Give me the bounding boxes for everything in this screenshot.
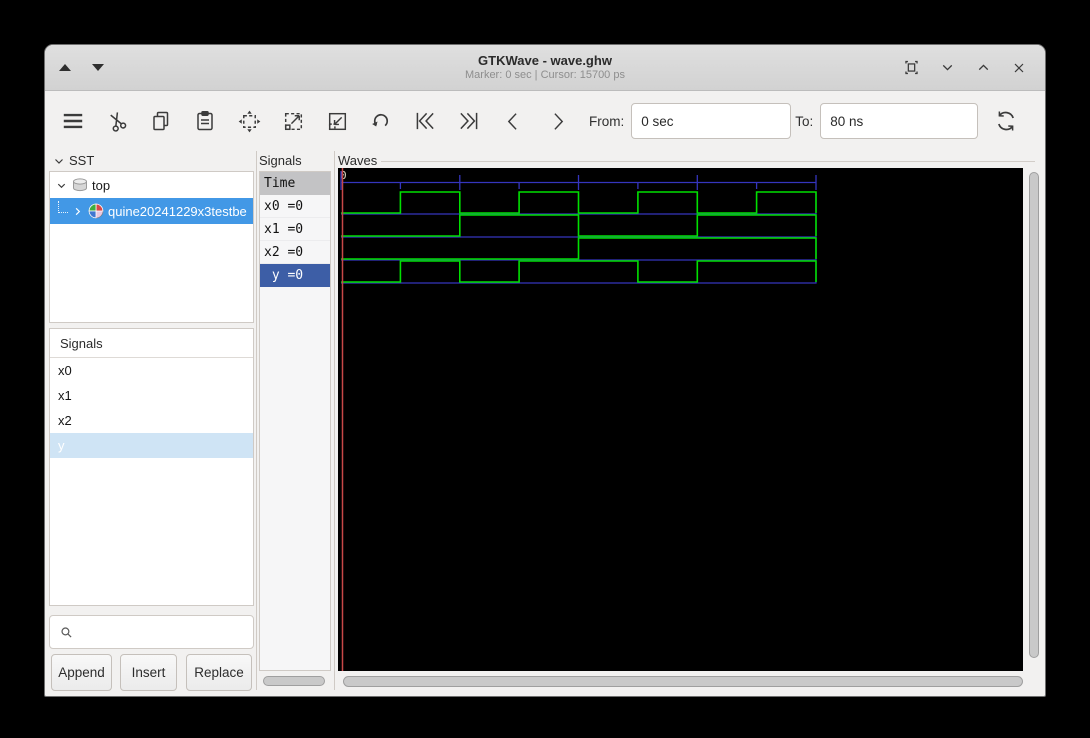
toolbar: From: To:: [45, 91, 1045, 151]
menu-icon[interactable]: [57, 105, 89, 137]
titlebar-right-controls: [899, 45, 1031, 90]
sst-tree: top quine20241229x3testbe: [49, 171, 254, 323]
list-item-x1[interactable]: x1: [50, 383, 253, 408]
signal-search-field[interactable]: [49, 615, 254, 649]
from-input[interactable]: [631, 103, 792, 139]
wave-name-row-x1[interactable]: x1 =0: [260, 218, 330, 241]
minimize-icon[interactable]: [935, 56, 959, 80]
titlebar-text: GTKWave - wave.ghw Marker: 0 sec | Curso…: [45, 53, 1045, 83]
titlebar: GTKWave - wave.ghw Marker: 0 sec | Curso…: [45, 45, 1045, 91]
list-item-x2[interactable]: x2: [50, 408, 253, 433]
time-header[interactable]: Time: [260, 172, 330, 195]
main-content: SST top quine20241229x3testbe Signals x0…: [45, 151, 1045, 696]
from-label: From:: [589, 113, 625, 129]
expander-open-icon[interactable]: [54, 180, 68, 191]
hierarchy-icon: [88, 203, 104, 219]
module-icon: [72, 177, 88, 193]
expander-closed-icon[interactable]: [70, 206, 84, 217]
wave-name-row-x0[interactable]: x0 =0: [260, 195, 330, 218]
signal-list-header: Signals: [50, 329, 253, 358]
shade-up-icon[interactable]: [59, 64, 71, 71]
signal-list-panel: Signals x0 x1 x2 y: [49, 328, 254, 606]
copy-icon[interactable]: [145, 105, 177, 137]
go-last-icon[interactable]: [453, 105, 485, 137]
shade-down-icon[interactable]: [92, 64, 104, 71]
tile-icon[interactable]: [899, 56, 923, 80]
signal-name-column: Time x0 =0 x1 =0 x2 =0 y =0: [259, 171, 331, 671]
close-icon[interactable]: [1007, 56, 1031, 80]
go-first-icon[interactable]: [409, 105, 441, 137]
append-button[interactable]: Append: [51, 654, 112, 691]
desktop: { "window": { "title": "GTKWave - wave.g…: [0, 0, 1090, 738]
tree-item-top[interactable]: top: [50, 172, 253, 198]
sst-label: SST: [69, 153, 95, 168]
waves-vscrollbar[interactable]: [1026, 168, 1041, 671]
reload-icon[interactable]: [990, 105, 1022, 137]
tree-item-label: top: [92, 177, 111, 193]
name-column-hscrollbar[interactable]: [261, 675, 329, 687]
scrollbar-thumb[interactable]: [343, 676, 1023, 687]
paned-separator-right[interactable]: [334, 151, 335, 690]
zoom-out-icon[interactable]: [321, 105, 353, 137]
sst-expander[interactable]: SST: [53, 152, 94, 170]
maximize-icon[interactable]: [971, 56, 995, 80]
search-icon: [61, 626, 72, 638]
tree-connector: [58, 201, 68, 213]
cut-icon[interactable]: [101, 105, 133, 137]
tree-item-label: quine20241229x3testbe: [108, 203, 247, 219]
paned-separator-left[interactable]: [256, 151, 257, 690]
to-label: To:: [795, 113, 814, 129]
paste-icon[interactable]: [189, 105, 221, 137]
insert-button[interactable]: Insert: [120, 654, 177, 691]
to-input[interactable]: [820, 103, 979, 139]
wave-canvas-svg: 0: [340, 168, 817, 671]
scrollbar-thumb[interactable]: [1029, 172, 1039, 658]
list-item-y[interactable]: y: [50, 433, 253, 458]
frame-line: [381, 160, 1035, 162]
gtkwave-window: GTKWave - wave.ghw Marker: 0 sec | Curso…: [44, 44, 1046, 697]
undo-icon[interactable]: [365, 105, 397, 137]
signals-frame-label: Signals: [259, 153, 302, 168]
tree-item-quine[interactable]: quine20241229x3testbe: [50, 198, 253, 224]
scrollbar-thumb[interactable]: [263, 676, 325, 686]
chevron-down-icon: [55, 159, 63, 164]
zoom-in-icon[interactable]: [277, 105, 309, 137]
replace-button[interactable]: Replace: [186, 654, 252, 691]
marker-cursor-statusline: Marker: 0 sec | Cursor: 15700 ps: [465, 68, 625, 81]
go-next-icon[interactable]: [541, 105, 573, 137]
waves-hscrollbar[interactable]: [338, 675, 1032, 688]
titlebar-left-controls: [59, 45, 104, 90]
zoom-fit-icon[interactable]: [233, 105, 265, 137]
wave-name-row-y[interactable]: y =0: [260, 264, 330, 287]
list-item-x0[interactable]: x0: [50, 358, 253, 383]
wave-canvas[interactable]: 0: [338, 168, 1023, 671]
wave-name-row-x2[interactable]: x2 =0: [260, 241, 330, 264]
go-previous-icon[interactable]: [497, 105, 529, 137]
window-title: GTKWave - wave.ghw: [478, 52, 612, 68]
